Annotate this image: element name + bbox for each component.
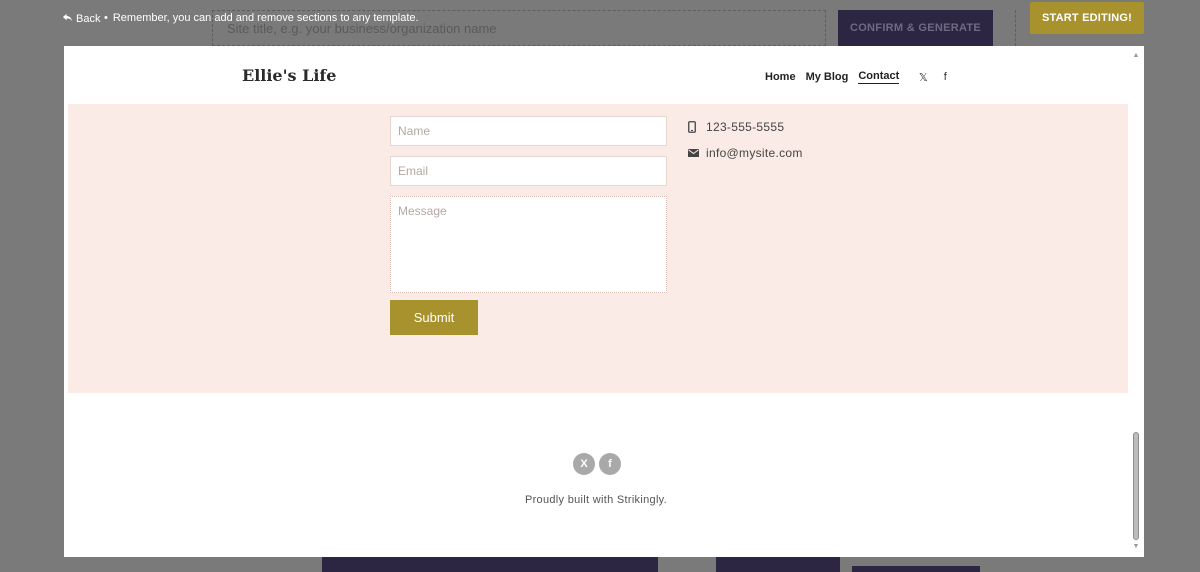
- scroll-down-icon[interactable]: ▼: [1132, 543, 1140, 551]
- background-panel: [716, 556, 840, 572]
- footer-social: X f: [573, 453, 621, 475]
- envelope-icon: [688, 149, 706, 157]
- contact-info: 123-555-5555 info@mysite.com: [688, 114, 803, 166]
- back-arrow-icon: [62, 12, 73, 26]
- x-icon[interactable]: 𝕏: [915, 71, 931, 84]
- back-label: Back: [76, 13, 101, 25]
- site-header: Ellie's Life Home My Blog Contact 𝕏 f: [64, 46, 1128, 104]
- nav-item-contact[interactable]: Contact: [858, 70, 900, 84]
- contact-email: info@mysite.com: [688, 140, 803, 166]
- notice-text: Remember, you can add and remove section…: [112, 12, 419, 24]
- email-input[interactable]: [390, 156, 667, 186]
- facebook-icon[interactable]: f: [599, 453, 621, 475]
- facebook-icon[interactable]: f: [937, 71, 953, 83]
- mobile-phone-icon: [688, 121, 706, 133]
- site-brand[interactable]: Ellie's Life: [242, 66, 336, 85]
- contact-phone: 123-555-5555: [688, 114, 803, 140]
- nav-item-home[interactable]: Home: [765, 71, 796, 83]
- start-editing-button[interactable]: START EDITING!: [1030, 2, 1144, 34]
- scroll-up-icon[interactable]: ▲: [1132, 52, 1140, 60]
- contact-section: Submit 123-555-5555 info@mysite.com: [68, 104, 1128, 393]
- site-preview: Ellie's Life Home My Blog Contact 𝕏 f Su…: [64, 46, 1144, 557]
- scrollbar-thumb[interactable]: [1133, 432, 1139, 540]
- phone-text: 123-555-5555: [706, 120, 785, 134]
- name-input[interactable]: [390, 116, 667, 146]
- background-panel: [852, 566, 980, 572]
- email-text: info@mysite.com: [706, 146, 803, 160]
- site-footer: X f Proudly built with Strikingly.: [64, 393, 1128, 557]
- divider: [1002, 10, 1016, 46]
- x-icon[interactable]: X: [573, 453, 595, 475]
- scrollbar[interactable]: ▲ ▼: [1128, 46, 1144, 557]
- editor-notice: • Remember, you can add and remove sectio…: [104, 12, 419, 24]
- message-textarea[interactable]: [390, 196, 667, 293]
- background-panel: [322, 556, 658, 572]
- back-button[interactable]: Back: [62, 12, 100, 26]
- submit-button[interactable]: Submit: [390, 300, 478, 335]
- footer-credit: Proudly built with Strikingly.: [524, 494, 668, 506]
- nav-item-my-blog[interactable]: My Blog: [806, 71, 849, 83]
- confirm-generate-button[interactable]: CONFIRM & GENERATE: [838, 10, 993, 46]
- site-nav: Home My Blog Contact 𝕏 f: [765, 70, 953, 84]
